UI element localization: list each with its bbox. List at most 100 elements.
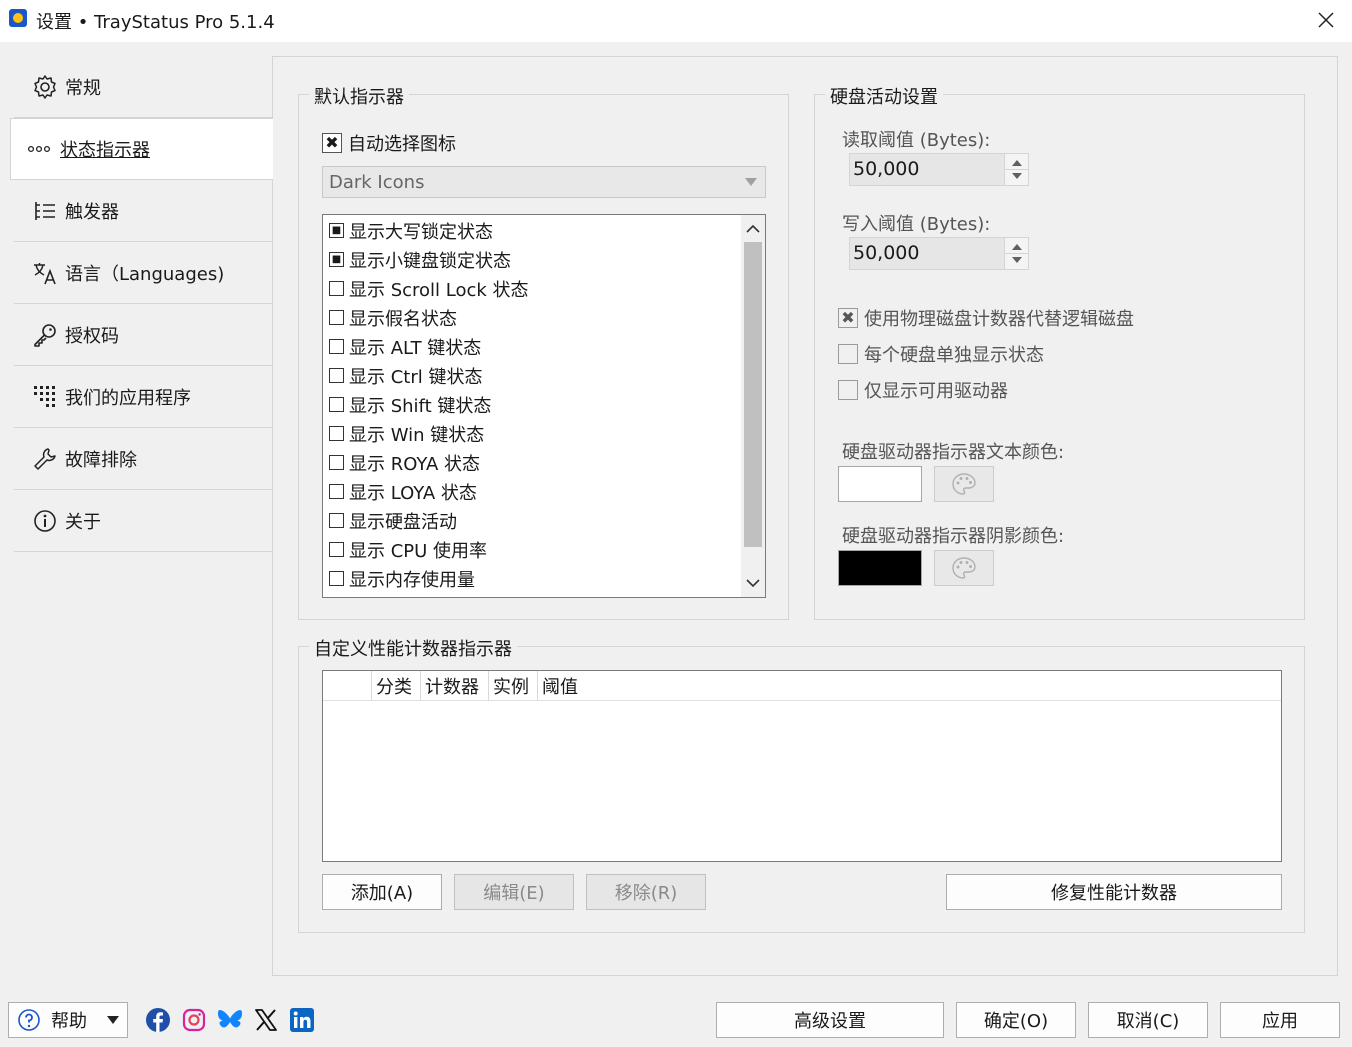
checkbox-box[interactable]: [329, 426, 344, 441]
sidebar-item-label: 我们的应用程序: [65, 387, 191, 409]
bluesky-icon[interactable]: [217, 1007, 243, 1033]
list-item[interactable]: 显示 LOYA 状态: [329, 477, 477, 506]
help-dropdown[interactable]: 帮助: [8, 1002, 128, 1038]
spinner-value: 50,000: [853, 242, 920, 264]
increment-icon[interactable]: [1012, 160, 1022, 166]
checkbox-box[interactable]: [329, 542, 344, 557]
sidebar-item-our-apps[interactable]: 我们的应用程序: [14, 366, 273, 428]
ok-button[interactable]: 确定(O): [956, 1002, 1076, 1038]
checkbox-label: 每个硬盘单独显示状态: [864, 345, 1044, 366]
physical-disk-counter-checkbox[interactable]: ✖ 使用物理磁盘计数器代替逻辑磁盘: [838, 305, 1134, 331]
group-title: 默认指示器: [309, 83, 409, 109]
checkbox-box[interactable]: [329, 571, 344, 586]
list-item[interactable]: 显示 Scroll Lock 状态: [329, 274, 529, 303]
scroll-up-button[interactable]: [741, 217, 765, 241]
facebook-icon[interactable]: [145, 1007, 171, 1033]
checkbox-box: ✖: [322, 133, 342, 153]
list-scrollbar[interactable]: [741, 215, 765, 597]
checkbox-box[interactable]: [329, 368, 344, 383]
list-item-label: 显示 LOYA 状态: [349, 482, 477, 504]
cancel-button[interactable]: 取消(C): [1088, 1002, 1208, 1038]
sidebar-item-about[interactable]: 关于: [14, 490, 273, 552]
list-item[interactable]: 显示 ALT 键状态: [329, 332, 481, 361]
help-icon: [17, 1008, 41, 1032]
sidebar-item-triggers[interactable]: 触发器: [14, 180, 273, 242]
list-item[interactable]: 显示 CPU 使用率: [329, 535, 487, 564]
sidebar-item-troubleshoot[interactable]: 故障排除: [14, 428, 273, 490]
sidebar-item-language[interactable]: 语言（Languages): [14, 242, 273, 304]
sidebar-item-general[interactable]: 常规: [14, 56, 273, 118]
checkbox-box[interactable]: [329, 310, 344, 325]
column-header[interactable]: 分类: [371, 671, 420, 701]
instagram-icon[interactable]: [181, 1007, 207, 1033]
close-button[interactable]: [1300, 0, 1352, 40]
checkbox-box[interactable]: [329, 397, 344, 412]
checkbox-box: [838, 380, 858, 400]
edit-button[interactable]: 编辑(E): [454, 874, 574, 910]
list-item[interactable]: ■ 显示小键盘锁定状态: [329, 245, 511, 274]
text-color-swatch[interactable]: [838, 466, 922, 502]
list-item[interactable]: 显示 Shift 键状态: [329, 390, 491, 419]
checkbox-label: 仅显示可用驱动器: [864, 381, 1008, 402]
checkbox-box[interactable]: ■: [329, 223, 344, 238]
spinner-buttons[interactable]: [1004, 238, 1029, 269]
list-item-label: 显示 Win 键状态: [349, 424, 485, 446]
increment-icon[interactable]: [1012, 244, 1022, 250]
scroll-down-button[interactable]: [741, 571, 765, 595]
column-header[interactable]: 阈值: [537, 671, 657, 701]
sidebar-item-license[interactable]: 授权码: [14, 304, 273, 366]
column-header[interactable]: 实例: [488, 671, 537, 701]
write-threshold-label: 写入阈值 (Bytes):: [842, 214, 991, 235]
list-item-label: 显示内存使用量: [349, 569, 475, 591]
icon-set-dropdown[interactable]: Dark Icons: [322, 166, 766, 198]
read-threshold-label: 读取阈值 (Bytes):: [842, 130, 991, 151]
gear-icon: [32, 74, 58, 100]
list-item-label: 显示 Scroll Lock 状态: [349, 279, 529, 301]
checkbox-label: 自动选择图标: [348, 134, 456, 155]
list-item-label: 显示 CPU 使用率: [349, 540, 488, 562]
info-icon: [32, 508, 58, 534]
shadow-color-swatch[interactable]: [838, 550, 922, 586]
list-item[interactable]: 显示 ROYA 状态: [329, 448, 480, 477]
sidebar-item-label: 触发器: [65, 201, 119, 223]
list-item[interactable]: 显示假名状态: [329, 303, 457, 332]
available-drives-only-checkbox[interactable]: 仅显示可用驱动器: [838, 377, 1008, 403]
decrement-icon[interactable]: [1012, 173, 1022, 179]
write-threshold-spinner[interactable]: 50,000: [849, 237, 1029, 270]
remove-button[interactable]: 移除(R): [586, 874, 706, 910]
list-item[interactable]: 显示硬盘活动: [329, 506, 457, 535]
chevron-down-icon: [746, 579, 760, 588]
repair-counters-button[interactable]: 修复性能计数器: [946, 874, 1282, 910]
checkbox-box[interactable]: [329, 484, 344, 499]
list-item[interactable]: 显示 Win 键状态: [329, 419, 484, 448]
sidebar-item-status-indicators[interactable]: 状态指示器: [10, 118, 273, 180]
app-icon: [9, 9, 27, 27]
linkedin-icon[interactable]: [289, 1007, 315, 1033]
read-threshold-spinner[interactable]: 50,000: [849, 153, 1029, 186]
chevron-down-icon: [107, 1016, 119, 1024]
column-header[interactable]: 计数器: [420, 671, 488, 701]
list-item[interactable]: 显示内存使用量: [329, 564, 475, 593]
advanced-settings-button[interactable]: 高级设置: [716, 1002, 944, 1038]
auto-select-icon-checkbox[interactable]: ✖ 自动选择图标: [322, 130, 456, 156]
per-disk-status-checkbox[interactable]: 每个硬盘单独显示状态: [838, 341, 1044, 367]
list-item-label: 显示假名状态: [349, 308, 457, 330]
checkbox-box[interactable]: [329, 455, 344, 470]
apply-button[interactable]: 应用: [1220, 1002, 1340, 1038]
spinner-buttons[interactable]: [1004, 154, 1029, 185]
add-button[interactable]: 添加(A): [322, 874, 442, 910]
scroll-thumb[interactable]: [744, 242, 762, 547]
list-item[interactable]: ■ 显示大写锁定状态: [329, 216, 493, 245]
checkbox-box[interactable]: [329, 513, 344, 528]
counter-table[interactable]: 分类 计数器 实例 阈值: [322, 670, 1282, 862]
shadow-color-picker-button[interactable]: [934, 550, 994, 586]
checkbox-box[interactable]: [329, 339, 344, 354]
decrement-icon[interactable]: [1012, 257, 1022, 263]
list-item[interactable]: 显示 Ctrl 键状态: [329, 361, 482, 390]
text-color-picker-button[interactable]: [934, 466, 994, 502]
title-bar: 设置 • TrayStatus Pro 5.1.4: [0, 0, 1352, 42]
x-icon[interactable]: [253, 1007, 279, 1033]
indicator-checklist[interactable]: ■ 显示大写锁定状态 ■ 显示小键盘锁定状态 显示 Scroll Lock 状态 显…: [322, 214, 766, 598]
checkbox-box[interactable]: ■: [329, 252, 344, 267]
checkbox-box[interactable]: [329, 281, 344, 296]
